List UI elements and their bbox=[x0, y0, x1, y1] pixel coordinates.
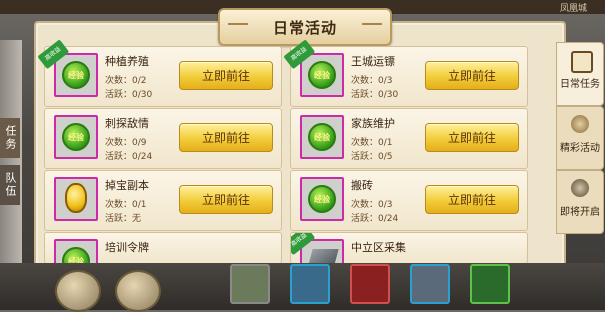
activity-card: 经验 培训令牌 bbox=[44, 232, 282, 264]
go-now-button[interactable]: 立即前往 bbox=[425, 123, 519, 152]
go-now-button[interactable]: 立即前往 bbox=[179, 123, 273, 152]
exp-coin-icon: 经验 bbox=[300, 115, 344, 159]
activity-card: 经验 高收益 种植养殖 次数：0/2 活跃：0/30 立即前往 bbox=[37, 39, 282, 107]
green-sword-icon[interactable] bbox=[230, 264, 270, 304]
tab-label: 精彩活动 bbox=[560, 143, 600, 154]
activity-count: 次数：0/1 bbox=[105, 200, 147, 210]
activity-active: 活跃：0/5 bbox=[351, 152, 393, 162]
activity-name: 中立区采集 bbox=[351, 241, 406, 254]
silver-ingot-icon[interactable] bbox=[410, 264, 450, 304]
go-now-button[interactable]: 立即前往 bbox=[425, 61, 519, 90]
medal-icon bbox=[571, 115, 589, 133]
activity-name: 家族维护 bbox=[351, 117, 395, 130]
helmet-round-icon[interactable] bbox=[115, 270, 161, 312]
activity-name: 搬砖 bbox=[351, 179, 373, 192]
activity-card: 经验 搬砖 次数：0/3 活跃：0/24 立即前往 bbox=[290, 170, 528, 231]
gong-icon bbox=[571, 179, 589, 197]
panel-title: 日常活动 bbox=[272, 18, 337, 37]
activity-count: 次数：0/2 bbox=[105, 76, 147, 86]
activity-count: 次数：0/3 bbox=[351, 76, 393, 86]
tab-label: 即将开启 bbox=[560, 207, 600, 218]
activity-active: 活跃：0/24 bbox=[351, 214, 399, 224]
tab-label: 日常任务 bbox=[560, 79, 600, 90]
scroll-icon bbox=[571, 51, 593, 73]
bandage-icon[interactable] bbox=[290, 264, 330, 304]
ornament-right bbox=[362, 23, 382, 31]
exp-coin-icon: 经验 bbox=[300, 177, 344, 221]
activity-name: 培训令牌 bbox=[105, 241, 149, 254]
activity-count: 次数：0/3 bbox=[351, 200, 393, 210]
activity-active: 活跃：0/30 bbox=[351, 90, 399, 100]
tab-task[interactable]: 任务 bbox=[0, 118, 20, 158]
exp-coin-icon: 经验 bbox=[300, 53, 344, 97]
activity-count: 次数：0/9 bbox=[105, 138, 147, 148]
activity-active: 活跃：0/24 bbox=[105, 152, 153, 162]
tab-team[interactable]: 队伍 bbox=[0, 165, 20, 205]
activity-name: 掉宝副本 bbox=[105, 179, 149, 192]
tab-daily-tasks[interactable]: 日常任务 bbox=[556, 42, 604, 106]
go-now-button[interactable]: 立即前往 bbox=[179, 185, 273, 214]
activity-card: 经验 高收益 王城运镖 次数：0/3 活跃：0/30 立即前往 bbox=[283, 39, 528, 107]
activity-card: 经验 家族维护 次数：0/1 活跃：0/5 立即前往 bbox=[290, 108, 528, 169]
tab-coming-soon[interactable]: 即将开启 bbox=[556, 170, 604, 234]
green-orb-icon[interactable] bbox=[470, 264, 510, 304]
exp-coin-icon: 经验 bbox=[54, 239, 98, 263]
ornament-left bbox=[228, 23, 248, 31]
activity-card: 经验 刺探敌情 次数：0/9 活跃：0/24 立即前往 bbox=[44, 108, 282, 169]
go-now-button[interactable]: 立即前往 bbox=[425, 185, 519, 214]
activity-active: 活跃：0/30 bbox=[105, 90, 153, 100]
activity-active: 活跃：无 bbox=[105, 214, 142, 224]
exp-coin-icon: 经验 bbox=[54, 53, 98, 97]
top-right-text: 凤凰城 bbox=[560, 4, 588, 14]
calendar-round-icon[interactable] bbox=[55, 270, 101, 312]
go-now-button[interactable]: 立即前往 bbox=[179, 61, 273, 90]
activity-name: 王城运镖 bbox=[351, 55, 395, 68]
activity-name: 种植养殖 bbox=[105, 55, 149, 68]
activity-count: 次数：0/1 bbox=[351, 138, 393, 148]
exp-coin-icon: 经验 bbox=[54, 115, 98, 159]
activity-name: 刺探敌情 bbox=[105, 117, 149, 130]
red-pouch-icon[interactable] bbox=[350, 264, 390, 304]
yellow-gem-icon bbox=[54, 177, 98, 221]
activity-card: 高收益 中立区采集 bbox=[290, 232, 528, 264]
tab-featured-events[interactable]: 精彩活动 bbox=[556, 106, 604, 170]
activity-card: 掉宝副本 次数：0/1 活跃：无 立即前往 bbox=[44, 170, 282, 231]
